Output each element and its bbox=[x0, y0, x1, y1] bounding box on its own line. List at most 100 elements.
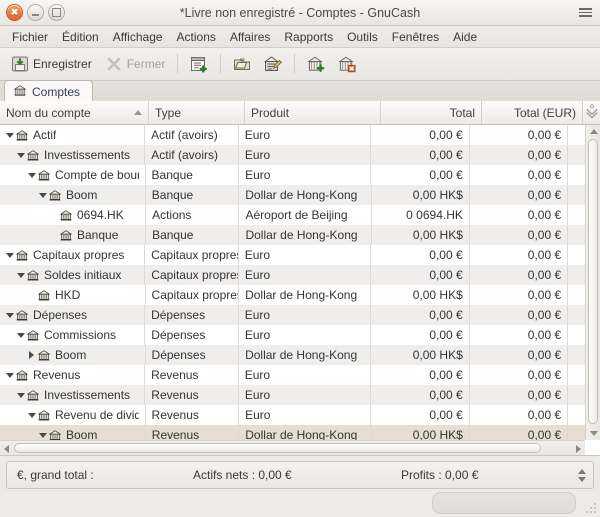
account-total-eur-cell: 0,00 € bbox=[470, 225, 568, 245]
column-header-type[interactable]: Type bbox=[149, 101, 245, 124]
menu-affaires[interactable]: Affaires bbox=[223, 29, 277, 45]
window-title: *Livre non enregistré - Comptes - GnuCas… bbox=[0, 6, 600, 20]
menubar: Fichier Édition Affichage Actions Affair… bbox=[0, 26, 600, 48]
expander-collapse-icon[interactable] bbox=[15, 265, 26, 285]
summary-stepper[interactable] bbox=[578, 469, 586, 482]
expander-spacer bbox=[48, 225, 59, 245]
new-account-button[interactable] bbox=[302, 53, 330, 75]
column-header-total[interactable]: Total bbox=[381, 101, 482, 124]
horizontal-scrollbar-thumb[interactable] bbox=[14, 443, 541, 453]
column-chooser-button[interactable] bbox=[583, 101, 600, 124]
account-type-cell: Capitaux propres bbox=[146, 285, 240, 305]
table-row[interactable]: 0694.HKActionsAéroport de Beijing0 0694.… bbox=[0, 205, 585, 225]
expander-collapse-icon[interactable] bbox=[15, 145, 26, 165]
account-total-cell: 0,00 € bbox=[371, 385, 469, 405]
expander-collapse-icon[interactable] bbox=[37, 185, 48, 205]
expander-collapse-icon[interactable] bbox=[15, 385, 26, 405]
menu-actions[interactable]: Actions bbox=[170, 29, 223, 45]
table-row[interactable]: BoomDépensesDollar de Hong-Kong0,00 HK$0… bbox=[0, 345, 585, 365]
account-type-cell: Banque bbox=[146, 165, 240, 185]
table-row[interactable]: HKDCapitaux propresDollar de Hong-Kong0,… bbox=[0, 285, 585, 305]
account-total-eur-cell: 0,00 € bbox=[470, 365, 568, 385]
table-row[interactable]: BoomBanqueDollar de Hong-Kong0,00 HK$0,0… bbox=[0, 185, 585, 205]
expander-collapse-icon[interactable] bbox=[15, 325, 26, 345]
account-bank-icon bbox=[15, 249, 29, 262]
close-window-button[interactable]: ✖ bbox=[6, 4, 23, 21]
scroll-left-icon[interactable] bbox=[4, 445, 9, 453]
account-name-cell: HKD bbox=[0, 285, 146, 305]
account-name-cell: Commissions bbox=[0, 325, 145, 345]
table-row[interactable]: InvestissementsRevenusEuro0,00 €0,00 € bbox=[0, 385, 585, 405]
table-row[interactable]: DépensesDépensesEuro0,00 €0,00 € bbox=[0, 305, 585, 325]
account-total-eur-cell: 0,00 € bbox=[470, 285, 568, 305]
menu-affichage[interactable]: Affichage bbox=[106, 29, 170, 45]
account-name-label: Boom bbox=[66, 188, 97, 202]
table-row[interactable]: Capitaux propresCapitaux propresEuro0,00… bbox=[0, 245, 585, 265]
expander-collapse-icon[interactable] bbox=[26, 405, 37, 425]
menu-fenetres[interactable]: Fenêtres bbox=[385, 29, 446, 45]
scroll-up-icon[interactable] bbox=[590, 129, 598, 134]
table-row[interactable]: RevenusRevenusEuro0,00 €0,00 € bbox=[0, 365, 585, 385]
expander-expand-icon[interactable] bbox=[26, 345, 37, 365]
table-row[interactable]: BoomRevenusDollar de Hong-Kong0,00 HK$0,… bbox=[0, 425, 585, 440]
account-total-cell: 0,00 HK$ bbox=[372, 225, 470, 245]
menu-fichier[interactable]: Fichier bbox=[5, 29, 55, 45]
close-x-icon bbox=[105, 55, 123, 73]
expander-collapse-icon[interactable] bbox=[4, 245, 15, 265]
account-type-cell: Revenus bbox=[145, 365, 239, 385]
account-name-cell: Boom bbox=[0, 425, 146, 440]
table-row[interactable]: Soldes initiauxCapitaux propresEuro0,00 … bbox=[0, 265, 585, 285]
account-name-label: Boom bbox=[66, 428, 97, 440]
table-row[interactable]: CommissionsDépensesEuro0,00 €0,00 € bbox=[0, 325, 585, 345]
account-name-label: Investissements bbox=[44, 148, 130, 162]
expander-collapse-icon[interactable] bbox=[37, 425, 48, 440]
open-file-button[interactable] bbox=[228, 53, 256, 75]
account-name-label: Revenus bbox=[33, 368, 80, 382]
table-row[interactable]: BanqueBanqueDollar de Hong-Kong0,00 HK$0… bbox=[0, 225, 585, 245]
vertical-scrollbar-thumb[interactable] bbox=[588, 139, 598, 424]
table-row[interactable]: ActifActif (avoirs)Euro0,00 €0,00 € bbox=[0, 125, 585, 145]
delete-account-button[interactable] bbox=[333, 53, 361, 75]
account-name-cell: Boom bbox=[0, 185, 146, 205]
table-row[interactable]: Revenu de dividendRevenusEuro0,00 €0,00 … bbox=[0, 405, 585, 425]
toolbar: Enregistrer Fermer bbox=[0, 48, 600, 81]
menu-rapports[interactable]: Rapports bbox=[277, 29, 340, 45]
hamburger-icon[interactable] bbox=[579, 8, 592, 17]
column-header-label: Produit bbox=[251, 106, 289, 120]
expander-collapse-icon[interactable] bbox=[4, 125, 15, 145]
horizontal-scrollbar[interactable] bbox=[0, 440, 585, 455]
table-row[interactable]: InvestissementsActif (avoirs)Euro0,00 €0… bbox=[0, 145, 585, 165]
stepper-down-icon[interactable] bbox=[578, 477, 586, 482]
account-commodity-cell: Aéroport de Beijing bbox=[239, 205, 371, 225]
stepper-up-icon[interactable] bbox=[578, 469, 586, 474]
account-total-eur-cell: 0,00 € bbox=[470, 205, 568, 225]
column-header-produit[interactable]: Produit bbox=[245, 101, 381, 124]
account-total-cell: 0,00 € bbox=[371, 365, 469, 385]
net-assets-label: Actifs nets : 0,00 € bbox=[193, 468, 292, 482]
account-commodity-cell: Dollar de Hong-Kong bbox=[239, 345, 371, 365]
save-button[interactable]: Enregistrer bbox=[6, 53, 97, 75]
menu-aide[interactable]: Aide bbox=[446, 29, 484, 45]
account-commodity-cell: Euro bbox=[239, 405, 371, 425]
menu-outils[interactable]: Outils bbox=[340, 29, 385, 45]
tab-comptes-label: Comptes bbox=[32, 85, 80, 99]
expander-collapse-icon[interactable] bbox=[4, 365, 15, 385]
minimize-icon bbox=[32, 14, 39, 16]
close-tab-button[interactable]: Fermer bbox=[100, 53, 171, 75]
minimize-window-button[interactable] bbox=[27, 4, 44, 21]
expander-collapse-icon[interactable] bbox=[26, 165, 37, 185]
edit-account-button[interactable] bbox=[259, 53, 287, 75]
table-row[interactable]: Compte de bourse/BanqueEuro0,00 €0,00 € bbox=[0, 165, 585, 185]
new-file-button[interactable] bbox=[185, 53, 213, 75]
scroll-right-icon[interactable] bbox=[576, 445, 581, 453]
menu-edition[interactable]: Édition bbox=[55, 29, 106, 45]
account-type-cell: Dépenses bbox=[146, 345, 240, 365]
column-header-total-eur[interactable]: Total (EUR) bbox=[482, 101, 583, 124]
resize-grip[interactable] bbox=[586, 503, 598, 515]
maximize-window-button[interactable] bbox=[48, 4, 65, 21]
expander-collapse-icon[interactable] bbox=[4, 305, 15, 325]
vertical-scrollbar[interactable] bbox=[585, 125, 600, 440]
column-header-nom-du-compte[interactable]: Nom du compte bbox=[0, 101, 149, 124]
open-folder-icon bbox=[233, 55, 251, 73]
scroll-down-icon[interactable] bbox=[590, 431, 598, 436]
